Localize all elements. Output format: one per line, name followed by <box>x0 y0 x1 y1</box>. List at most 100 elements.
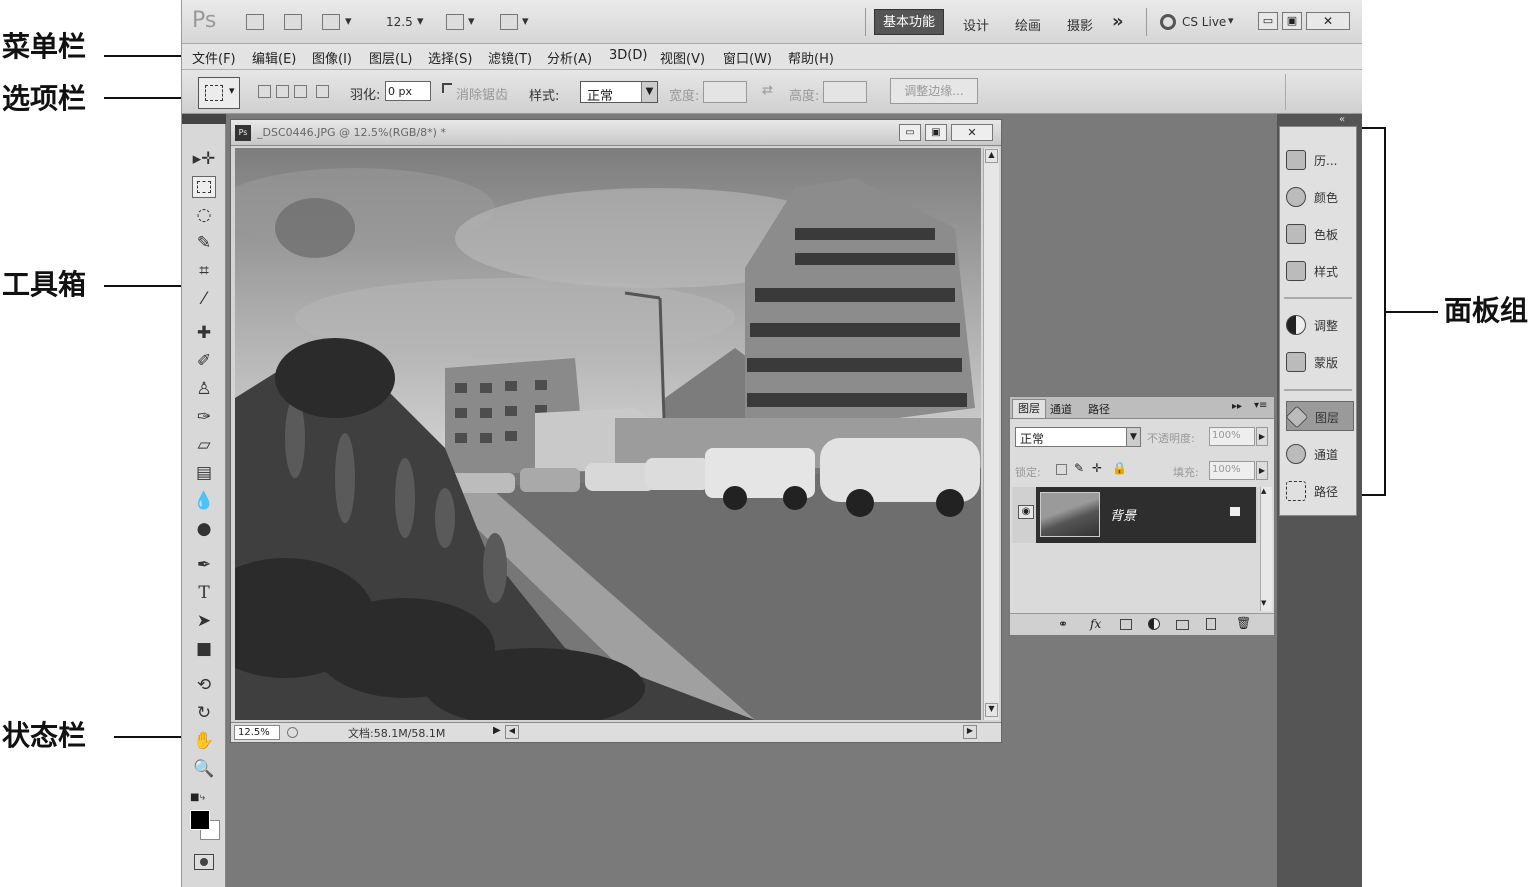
document-title-bar[interactable]: Ps _DSC0446.JPG @ 12.5%(RGB/8*) * ▭ ▣ ✕ <box>231 120 1001 146</box>
launch-bridge-icon[interactable] <box>246 14 264 30</box>
document-restore-icon[interactable]: ▣ <box>925 124 947 141</box>
restore-icon[interactable]: ▣ <box>1282 12 1302 30</box>
panel-masks[interactable]: 蒙版 <box>1286 347 1354 377</box>
subtract-from-selection-icon[interactable] <box>294 85 307 98</box>
arrange-dropdown-icon[interactable]: ▾ <box>468 14 475 29</box>
arrange-documents-icon[interactable] <box>446 14 464 30</box>
layers-vertical-scrollbar[interactable]: ▲ ▼ <box>1260 487 1272 611</box>
width-input[interactable] <box>703 81 747 103</box>
layers-scroll-up-icon[interactable]: ▲ <box>1261 487 1266 495</box>
pen-tool-icon[interactable]: ✒ <box>192 554 216 576</box>
history-brush-tool-icon[interactable]: ✑ <box>192 406 216 428</box>
brush-tool-icon[interactable]: ✐ <box>192 350 216 372</box>
menu-select[interactable]: 选择(S) <box>428 48 472 67</box>
lock-image-icon[interactable]: ✎ <box>1074 461 1084 475</box>
style-select[interactable]: 正常 ▼ <box>580 81 658 104</box>
lasso-tool-icon[interactable]: ◌ <box>192 204 216 226</box>
panel-color[interactable]: 颜色 <box>1286 182 1354 212</box>
type-tool-icon[interactable]: T <box>192 582 216 604</box>
lock-transparent-icon[interactable] <box>1056 464 1067 475</box>
menu-view[interactable]: 视图(V) <box>660 48 705 67</box>
panel-styles[interactable]: 样式 <box>1286 256 1354 286</box>
panel-adjustments[interactable]: 调整 <box>1286 310 1354 340</box>
blur-tool-icon[interactable]: 💧 <box>192 490 216 512</box>
lock-all-icon[interactable]: 🔒 <box>1112 461 1127 475</box>
zoom-dropdown-arrow-icon[interactable]: ▾ <box>417 14 424 29</box>
menu-image[interactable]: 图像(I) <box>312 48 352 67</box>
panel-paths[interactable]: 路径 <box>1286 476 1354 506</box>
blend-mode-select[interactable]: 正常 ▼ <box>1015 427 1141 447</box>
healing-brush-tool-icon[interactable]: ✚ <box>192 322 216 344</box>
panel-swatches[interactable]: 色板 <box>1286 219 1354 249</box>
menu-help[interactable]: 帮助(H) <box>788 48 834 67</box>
opacity-input[interactable]: 100% <box>1209 427 1255 446</box>
antialias-checkbox[interactable] <box>442 83 452 93</box>
layers-scroll-down-icon[interactable]: ▼ <box>1261 599 1266 607</box>
opacity-slider-arrow-icon[interactable]: ▶ <box>1256 427 1268 446</box>
menu-window[interactable]: 窗口(W) <box>723 48 772 67</box>
more-workspaces-button[interactable]: » <box>1112 11 1124 32</box>
view-extras-dropdown-icon[interactable]: ▾ <box>345 14 352 29</box>
document-close-icon[interactable]: ✕ <box>951 124 993 141</box>
workspace-design-button[interactable]: 设计 <box>963 15 989 34</box>
panel-history[interactable]: 历... <box>1286 145 1354 175</box>
height-input[interactable] <box>823 81 867 103</box>
3d-rotate-tool-icon[interactable]: ⟲ <box>192 674 216 696</box>
menu-edit[interactable]: 编辑(E) <box>252 48 296 67</box>
zoom-field[interactable]: 12.5% <box>234 725 280 740</box>
close-icon[interactable]: ✕ <box>1306 12 1350 30</box>
mini-bridge-icon[interactable] <box>284 14 302 30</box>
new-layer-icon[interactable] <box>1206 618 1216 630</box>
swap-width-height-icon[interactable]: ⇄ <box>762 83 773 98</box>
menu-3d[interactable]: 3D(D) <box>609 48 647 63</box>
add-to-selection-icon[interactable] <box>276 85 289 98</box>
clone-stamp-tool-icon[interactable]: ♙ <box>192 378 216 400</box>
menu-file[interactable]: 文件(F) <box>192 48 236 67</box>
menu-analysis[interactable]: 分析(A) <box>547 48 592 67</box>
document-minimize-icon[interactable]: ▭ <box>899 124 921 141</box>
workspace-photography-button[interactable]: 摄影 <box>1067 15 1093 34</box>
cslive-dropdown-icon[interactable]: ▾ <box>1228 14 1234 27</box>
gradient-tool-icon[interactable]: ▤ <box>192 462 216 484</box>
3d-orbit-tool-icon[interactable]: ↻ <box>192 702 216 724</box>
feather-input[interactable]: 0 px <box>385 81 431 101</box>
default-colors-icon[interactable]: ■⤷ <box>190 792 205 803</box>
panel-layers[interactable]: 图层 <box>1285 401 1354 431</box>
screen-mode-dropdown-icon[interactable]: ▾ <box>522 14 529 29</box>
image-canvas[interactable] <box>235 148 981 720</box>
view-extras-icon[interactable] <box>322 14 340 30</box>
quick-selection-tool-icon[interactable]: ✎ <box>192 232 216 254</box>
panel-collapse-icon[interactable]: ▸▸ <box>1232 401 1242 412</box>
eraser-tool-icon[interactable]: ▱ <box>192 434 216 456</box>
new-group-icon[interactable] <box>1176 620 1189 630</box>
rectangular-marquee-tool-icon[interactable] <box>192 176 216 198</box>
visibility-eye-icon[interactable]: ◉ <box>1018 505 1034 519</box>
menu-filter[interactable]: 滤镜(T) <box>488 48 532 67</box>
zoom-level-dropdown[interactable]: 12.5 <box>386 15 413 29</box>
dodge-tool-icon[interactable]: ● <box>192 518 216 540</box>
tool-preset-picker[interactable]: ▾ <box>198 77 240 109</box>
status-menu-arrow-icon[interactable]: ▶ <box>493 725 501 736</box>
cslive-icon[interactable] <box>1160 14 1176 30</box>
tab-paths[interactable]: 路径 <box>1088 401 1110 417</box>
intersect-selection-icon[interactable] <box>316 85 329 98</box>
tab-layers[interactable]: 图层 <box>1012 399 1046 418</box>
lock-position-icon[interactable]: ✛ <box>1092 461 1102 475</box>
move-tool-icon[interactable]: ▸✛ <box>192 148 216 170</box>
layer-style-icon[interactable]: fx <box>1090 617 1101 631</box>
panel-menu-icon[interactable]: ▾≡ <box>1254 400 1267 411</box>
layer-row-background[interactable]: ◉ 背景 <box>1012 487 1258 543</box>
scroll-up-arrow-icon[interactable]: ▲ <box>985 149 998 163</box>
minimize-icon[interactable]: ▭ <box>1258 12 1278 30</box>
foreground-color-swatch[interactable] <box>190 810 210 830</box>
adjustment-layer-icon[interactable] <box>1148 618 1160 630</box>
fill-input[interactable]: 100% <box>1209 461 1255 480</box>
eyedropper-tool-icon[interactable]: ⁄ <box>192 288 216 310</box>
shape-tool-icon[interactable]: ■ <box>192 638 216 660</box>
vertical-scrollbar[interactable]: ▲ ▼ <box>983 148 999 720</box>
quick-mask-icon[interactable] <box>194 854 214 870</box>
panel-channels[interactable]: 通道 <box>1286 439 1354 469</box>
hscroll-left-icon[interactable]: ◀ <box>505 725 519 739</box>
fill-slider-arrow-icon[interactable]: ▶ <box>1256 461 1268 480</box>
workspace-essentials-button[interactable]: 基本功能 <box>874 9 944 35</box>
